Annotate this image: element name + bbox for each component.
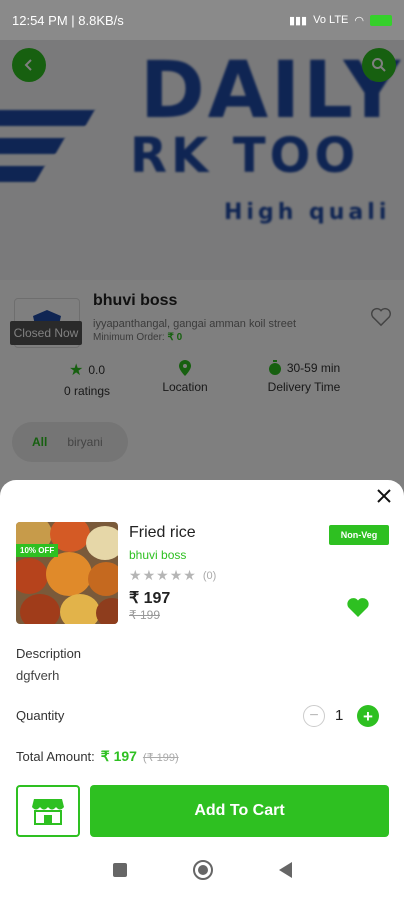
star-icon: ★ [156, 567, 169, 583]
discount-badge: 10% OFF [16, 544, 59, 557]
signal-text: Vo LTE [313, 14, 349, 26]
product-rating: ★ ★ ★ ★ ★ (0) [129, 567, 216, 584]
wishlist-button[interactable] [346, 596, 370, 618]
product-bottom-sheet: 10% OFF Fried rice bhuvi boss ★ ★ ★ ★ ★ … [0, 480, 404, 840]
total-amount: Total Amount: ₹ 197 (₹ 199) [16, 748, 179, 765]
battery-icon [370, 14, 392, 26]
total-label: Total Amount: [16, 749, 95, 764]
product-name: Fried rice [129, 524, 196, 541]
system-nav-bar [0, 840, 404, 900]
store-icon [32, 799, 64, 825]
non-veg-badge: Non-Veg [329, 525, 389, 545]
signal-icon: ▮▮▮ [288, 14, 308, 27]
close-icon [377, 489, 391, 503]
close-button[interactable] [376, 486, 392, 508]
plus-icon: + [363, 706, 373, 726]
product-image [16, 522, 118, 624]
product-store: bhuvi boss [129, 548, 187, 562]
product-price: ₹ 197 [129, 590, 171, 607]
wifi-icon: ◠ [354, 14, 364, 27]
total-old-price: (₹ 199) [142, 752, 179, 764]
quantity-decrease-button[interactable]: − [303, 705, 325, 727]
star-icon: ★ [142, 567, 156, 583]
quantity-increase-button[interactable]: + [357, 705, 379, 727]
product-old-price: ₹ 199 [129, 608, 160, 622]
description-label: Description [16, 646, 82, 661]
heart-filled-icon [347, 598, 369, 617]
minus-icon: − [309, 707, 319, 724]
total-price: ₹ 197 [100, 748, 137, 764]
quantity-label: Quantity [16, 708, 65, 723]
home-icon[interactable] [192, 860, 213, 880]
status-time-speed: 12:54 PM | 8.8KB/s [12, 12, 124, 28]
add-to-cart-button[interactable]: Add To Cart [90, 785, 389, 837]
quantity-value: 1 [335, 707, 344, 724]
back-nav-icon[interactable] [278, 862, 292, 878]
description-text: dgfverh [16, 668, 60, 683]
status-bar: 12:54 PM | 8.8KB/s ▮▮▮ Vo LTE ◠ [0, 0, 404, 40]
star-icon: ★ [183, 567, 196, 583]
star-icon: ★ [129, 567, 142, 583]
view-store-button[interactable] [16, 785, 80, 837]
star-icon: ★ [169, 567, 183, 583]
recents-icon[interactable] [112, 863, 127, 877]
rating-count: (0) [202, 569, 217, 582]
